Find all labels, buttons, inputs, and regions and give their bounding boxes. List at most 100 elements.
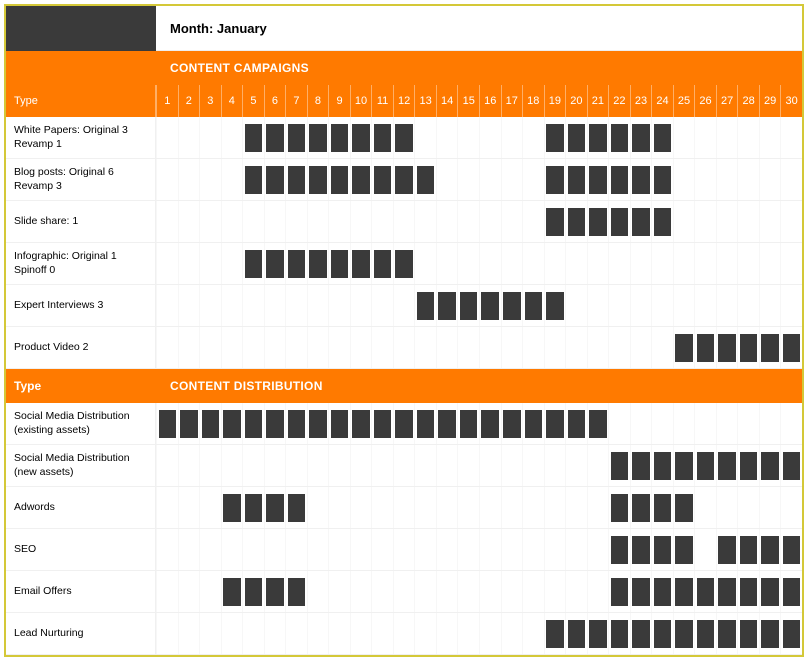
active-block bbox=[503, 410, 521, 438]
day-cell bbox=[393, 201, 415, 242]
day-cell bbox=[393, 159, 415, 200]
active-block bbox=[611, 208, 629, 236]
day-cell bbox=[737, 117, 759, 158]
day-cell bbox=[350, 117, 372, 158]
day-cell bbox=[371, 117, 393, 158]
day-cell bbox=[178, 327, 200, 368]
day-header-cell: 8 bbox=[307, 85, 329, 117]
day-cell bbox=[393, 327, 415, 368]
day-cell bbox=[780, 327, 802, 368]
day-cell bbox=[630, 285, 652, 326]
day-cell bbox=[501, 445, 523, 486]
day-cell bbox=[457, 487, 479, 528]
day-cell bbox=[673, 243, 695, 284]
active-block bbox=[675, 334, 693, 362]
day-header-cell: 1 bbox=[156, 85, 178, 117]
day-cell bbox=[264, 327, 286, 368]
day-cell bbox=[221, 445, 243, 486]
day-cell bbox=[199, 571, 221, 612]
active-block bbox=[740, 536, 758, 564]
day-cell bbox=[221, 117, 243, 158]
active-block bbox=[417, 410, 435, 438]
day-cell bbox=[350, 529, 372, 570]
day-header-cell: 28 bbox=[737, 85, 759, 117]
day-cell bbox=[178, 487, 200, 528]
active-block bbox=[654, 578, 672, 606]
day-header-cell: 17 bbox=[501, 85, 523, 117]
day-cell bbox=[608, 201, 630, 242]
day-cell bbox=[501, 117, 523, 158]
day-cell bbox=[371, 159, 393, 200]
active-block bbox=[374, 166, 392, 194]
active-block bbox=[417, 292, 435, 320]
day-cell bbox=[350, 243, 372, 284]
day-cell bbox=[350, 201, 372, 242]
day-cell bbox=[242, 159, 264, 200]
day-header-cell: 5 bbox=[242, 85, 264, 117]
day-cell bbox=[694, 403, 716, 444]
day-cell bbox=[307, 571, 329, 612]
day-cell bbox=[737, 201, 759, 242]
day-cell bbox=[544, 327, 566, 368]
day-header-cell: 11 bbox=[371, 85, 393, 117]
active-block bbox=[654, 124, 672, 152]
day-cell bbox=[350, 403, 372, 444]
day-cell bbox=[673, 529, 695, 570]
day-cell bbox=[479, 117, 501, 158]
day-cell bbox=[694, 243, 716, 284]
active-block bbox=[783, 620, 801, 648]
day-cell bbox=[694, 445, 716, 486]
day-cell bbox=[307, 243, 329, 284]
day-cell bbox=[716, 243, 738, 284]
section-title: CONTENT DISTRIBUTION bbox=[156, 379, 323, 393]
day-cell bbox=[501, 571, 523, 612]
day-cell bbox=[221, 243, 243, 284]
day-cell bbox=[608, 403, 630, 444]
row-label: Social Media Distribution (existing asse… bbox=[6, 403, 156, 444]
active-block bbox=[481, 292, 499, 320]
day-cell bbox=[544, 285, 566, 326]
active-block bbox=[266, 124, 284, 152]
day-header-cell: 26 bbox=[694, 85, 716, 117]
table-row: Slide share: 1 bbox=[6, 201, 802, 243]
day-cell bbox=[178, 159, 200, 200]
day-cell bbox=[759, 403, 781, 444]
day-cell bbox=[544, 117, 566, 158]
day-cell bbox=[544, 487, 566, 528]
day-header-cell: 21 bbox=[587, 85, 609, 117]
active-block bbox=[395, 124, 413, 152]
day-cell bbox=[328, 159, 350, 200]
day-cell bbox=[565, 487, 587, 528]
day-cell bbox=[414, 571, 436, 612]
day-cell bbox=[393, 243, 415, 284]
active-block bbox=[654, 208, 672, 236]
day-cell bbox=[780, 285, 802, 326]
active-block bbox=[331, 410, 349, 438]
day-cell bbox=[651, 285, 673, 326]
day-cell bbox=[759, 487, 781, 528]
day-cell bbox=[350, 445, 372, 486]
day-cell bbox=[630, 243, 652, 284]
day-cell bbox=[414, 117, 436, 158]
day-cell bbox=[178, 403, 200, 444]
active-block bbox=[589, 124, 607, 152]
day-cell bbox=[759, 571, 781, 612]
day-cell bbox=[716, 613, 738, 654]
row-label: Social Media Distribution (new assets) bbox=[6, 445, 156, 486]
day-cell bbox=[221, 201, 243, 242]
day-cell bbox=[565, 285, 587, 326]
day-cell bbox=[393, 445, 415, 486]
day-cell bbox=[608, 159, 630, 200]
day-cell bbox=[522, 445, 544, 486]
day-cell bbox=[608, 487, 630, 528]
day-cell bbox=[264, 159, 286, 200]
day-cell bbox=[242, 327, 264, 368]
active-block bbox=[632, 536, 650, 564]
day-cell bbox=[457, 285, 479, 326]
day-cell bbox=[630, 487, 652, 528]
day-cell bbox=[285, 243, 307, 284]
day-cell bbox=[307, 159, 329, 200]
day-cell bbox=[199, 285, 221, 326]
day-cell bbox=[737, 327, 759, 368]
day-cell bbox=[737, 613, 759, 654]
